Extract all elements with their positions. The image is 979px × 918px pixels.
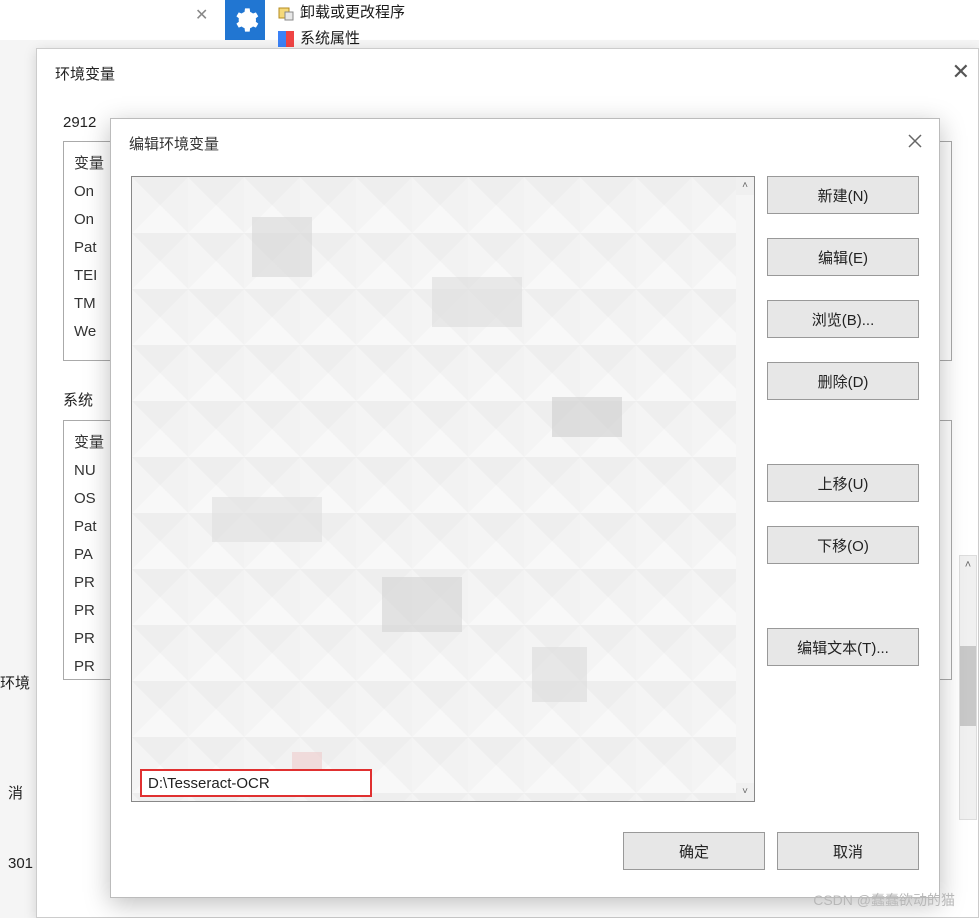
browse-button[interactable]: 浏览(B)...: [767, 300, 919, 338]
scrollbar-thumb[interactable]: [960, 646, 976, 726]
edit-environment-variable-dialog: 编辑环境变量 ˄ ˅ D:\Tesseract-OCR 新建(N) 编辑(E) …: [110, 118, 940, 898]
bg-close-icon: ✕: [195, 5, 208, 25]
path-entries-list[interactable]: ˄ ˅ D:\Tesseract-OCR: [131, 176, 755, 802]
delete-button[interactable]: 删除(D): [767, 362, 919, 400]
bg-fragment-num: 301: [8, 855, 33, 872]
close-icon: [907, 133, 923, 149]
background-scrollbar[interactable]: ˄: [959, 555, 977, 820]
bg-fragment-env: 环境: [0, 672, 30, 693]
edit-button[interactable]: 编辑(E): [767, 238, 919, 276]
bg-fragment-cancel: 消: [8, 782, 23, 803]
new-button[interactable]: 新建(N): [767, 176, 919, 214]
uninstall-icon: [278, 5, 294, 21]
list-scrollbar[interactable]: ˄ ˅: [736, 177, 754, 801]
path-entry-text: D:\Tesseract-OCR: [148, 775, 270, 792]
uninstall-link[interactable]: 卸载或更改程序: [278, 0, 405, 26]
edit-dialog-close-button[interactable]: [901, 127, 929, 155]
edit-dialog-title: 编辑环境变量: [111, 119, 939, 164]
watermark-text: CSDN @蠢蠢欲动的猫: [813, 890, 955, 910]
settings-gear-icon: [225, 0, 265, 40]
scroll-up-icon[interactable]: ˄: [960, 556, 976, 574]
edit-text-button[interactable]: 编辑文本(T)...: [767, 628, 919, 666]
uninstall-link-label: 卸载或更改程序: [300, 2, 405, 24]
ok-button[interactable]: 确定: [623, 832, 765, 870]
selected-path-entry[interactable]: D:\Tesseract-OCR: [140, 769, 372, 797]
sysprop-icon: [278, 31, 294, 47]
cancel-button[interactable]: 取消: [777, 832, 919, 870]
scroll-up-icon[interactable]: ˄: [736, 177, 754, 195]
env-dialog-close-icon[interactable]: ✕: [944, 59, 978, 85]
scroll-down-icon[interactable]: ˅: [736, 783, 754, 801]
env-dialog-title: 环境变量: [37, 49, 978, 98]
move-down-button[interactable]: 下移(O): [767, 526, 919, 564]
move-up-button[interactable]: 上移(U): [767, 464, 919, 502]
redacted-blocks: [132, 177, 754, 801]
sysprop-link-label: 系统属性: [300, 28, 360, 50]
control-panel-links: 卸载或更改程序 系统属性: [278, 0, 405, 52]
